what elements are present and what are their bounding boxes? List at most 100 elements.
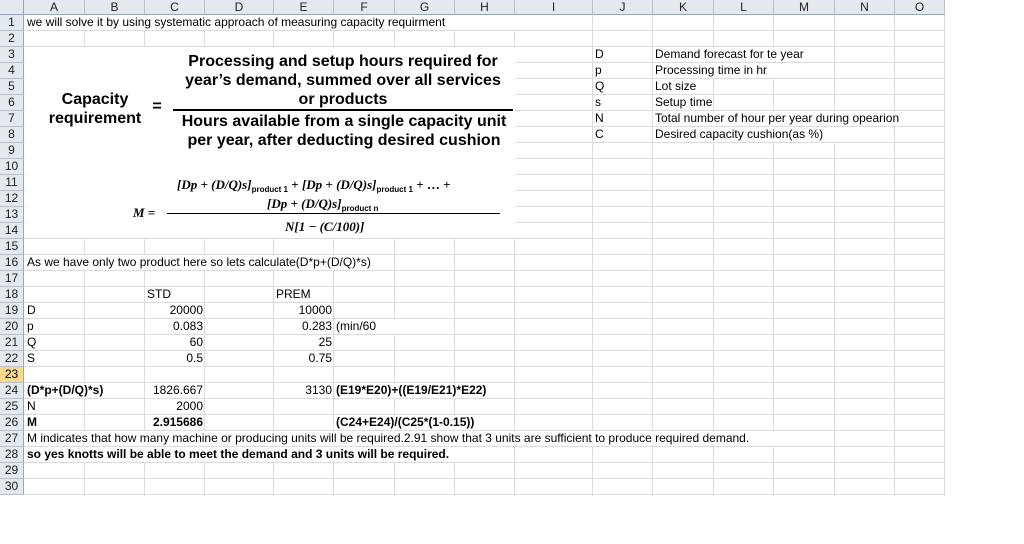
- std-value[interactable]: 0.083: [145, 319, 205, 334]
- row-header-12[interactable]: 12: [0, 191, 24, 207]
- cell-A27[interactable]: M indicates that how many machine or pro…: [25, 431, 777, 446]
- row-header-4[interactable]: 4: [0, 63, 24, 79]
- row-header-11[interactable]: 11: [0, 175, 24, 191]
- legend-symbol[interactable]: Q: [593, 79, 651, 94]
- row-header-21[interactable]: 21: [0, 335, 24, 351]
- select-all-corner[interactable]: [0, 0, 24, 15]
- formula-note-24[interactable]: (E19*E20)+((E19/E21)*E22): [334, 383, 506, 398]
- column-header-F[interactable]: F: [334, 0, 395, 15]
- formula-note-26[interactable]: (C24+E24)/(C25*(1-0.15)): [334, 415, 496, 430]
- cell-A28[interactable]: so yes knotts will be able to meet the d…: [25, 447, 477, 462]
- m-term: [Dp + (D/Q)s]: [177, 177, 252, 192]
- prem-value[interactable]: 0.75: [274, 351, 334, 366]
- formula-lhs: Capacity requirement: [25, 90, 165, 128]
- legend-symbol[interactable]: D: [593, 47, 651, 62]
- row-header-28[interactable]: 28: [0, 447, 24, 463]
- column-header-D[interactable]: D: [205, 0, 274, 15]
- row-label[interactable]: S: [25, 351, 83, 366]
- n-value[interactable]: 2000: [145, 399, 205, 414]
- row-header-18[interactable]: 18: [0, 287, 24, 303]
- column-header-M[interactable]: M: [774, 0, 835, 15]
- row-header-13[interactable]: 13: [0, 207, 24, 223]
- column-header-N[interactable]: N: [835, 0, 895, 15]
- legend-symbol[interactable]: N: [593, 111, 651, 126]
- fraction-line: [173, 109, 513, 111]
- row-header-20[interactable]: 20: [0, 319, 24, 335]
- prem-value[interactable]: 10000: [274, 303, 334, 318]
- row-header-23[interactable]: 23: [0, 367, 24, 383]
- legend-symbol[interactable]: s: [593, 95, 651, 110]
- denominator-line: per year, after deducting desired cushio…: [187, 132, 501, 149]
- row-header-30[interactable]: 30: [0, 479, 24, 495]
- row-label[interactable]: Q: [25, 335, 83, 350]
- row-header-25[interactable]: 25: [0, 399, 24, 415]
- std-value[interactable]: 60: [145, 335, 205, 350]
- column-header-C[interactable]: C: [145, 0, 205, 15]
- row-header-16[interactable]: 16: [0, 255, 24, 271]
- m-denominator: N[1 − (C/100)]: [285, 219, 364, 235]
- column-header-K[interactable]: K: [653, 0, 714, 15]
- legend-description[interactable]: Setup time: [653, 95, 712, 110]
- row-header-3[interactable]: 3: [0, 47, 24, 63]
- legend-symbol[interactable]: p: [593, 63, 651, 78]
- legend-description[interactable]: Demand forecast for te year: [653, 47, 804, 62]
- row-label[interactable]: p: [25, 319, 83, 334]
- legend-description[interactable]: Total number of hour per year during ope…: [653, 111, 899, 126]
- legend-description[interactable]: Lot size: [653, 79, 711, 94]
- row-header-22[interactable]: 22: [0, 351, 24, 367]
- gridline-horizontal: [24, 478, 945, 479]
- row-header-24[interactable]: 24: [0, 383, 24, 399]
- row-header-15[interactable]: 15: [0, 239, 24, 255]
- legend-description[interactable]: Processing time in hr: [653, 63, 775, 78]
- column-header-L[interactable]: L: [714, 0, 774, 15]
- prem-value[interactable]: 25: [274, 335, 334, 350]
- m-value[interactable]: 2.915686: [145, 415, 205, 430]
- prem-value[interactable]: 0.283: [274, 319, 334, 334]
- column-header-A[interactable]: A: [24, 0, 85, 15]
- row-header-26[interactable]: 26: [0, 415, 24, 431]
- column-header-H[interactable]: H: [455, 0, 515, 15]
- cell-A26[interactable]: M: [25, 415, 83, 430]
- std-value[interactable]: 20000: [145, 303, 205, 318]
- row-header-5[interactable]: 5: [0, 79, 24, 95]
- column-header-J[interactable]: J: [593, 0, 653, 15]
- row-header-7[interactable]: 7: [0, 111, 24, 127]
- cell-A1[interactable]: we will solve it by using systematic app…: [25, 15, 515, 30]
- column-header-G[interactable]: G: [395, 0, 455, 15]
- gridline-horizontal: [24, 366, 945, 367]
- column-header-O[interactable]: O: [895, 0, 945, 15]
- header-std[interactable]: STD: [145, 287, 203, 302]
- column-header-I[interactable]: I: [515, 0, 593, 15]
- cell-A16[interactable]: As we have only two product here so lets…: [25, 255, 387, 270]
- row-header-29[interactable]: 29: [0, 463, 24, 479]
- numerator-line: Processing and setup hours required for: [188, 53, 498, 70]
- m-numerator-line1: [Dp + (D/Q)s]product 1 + [Dp + (D/Q)s]pr…: [177, 177, 451, 194]
- column-header-E[interactable]: E: [274, 0, 334, 15]
- row-header-10[interactable]: 10: [0, 159, 24, 175]
- row-header-6[interactable]: 6: [0, 95, 24, 111]
- formula-numerator: Processing and setup hours required for y…: [173, 52, 513, 109]
- row-header-1[interactable]: 1: [0, 15, 24, 31]
- legend-symbol[interactable]: C: [593, 127, 651, 142]
- row-header-27[interactable]: 27: [0, 431, 24, 447]
- legend-description[interactable]: Desired capacity cushion(as %): [653, 127, 835, 142]
- std-value[interactable]: 0.5: [145, 351, 205, 366]
- row-header-9[interactable]: 9: [0, 143, 24, 159]
- row-header-19[interactable]: 19: [0, 303, 24, 319]
- row-header-2[interactable]: 2: [0, 31, 24, 47]
- header-prem[interactable]: PREM: [274, 287, 332, 302]
- row-label[interactable]: D: [25, 303, 83, 318]
- column-header-B[interactable]: B: [85, 0, 145, 15]
- row-header-17[interactable]: 17: [0, 271, 24, 287]
- m-plus: +: [291, 177, 299, 192]
- cell-A25[interactable]: N: [25, 399, 83, 414]
- note-cell[interactable]: (min/60: [334, 319, 396, 334]
- cell-A24[interactable]: (D*p+(D/Q)*s): [25, 383, 137, 398]
- prem-total[interactable]: 3130: [274, 383, 334, 398]
- row-header-8[interactable]: 8: [0, 127, 24, 143]
- m-ellipsis: + … +: [416, 177, 451, 192]
- m-subscript: product 1: [251, 185, 289, 194]
- row-header-14[interactable]: 14: [0, 223, 24, 239]
- std-total[interactable]: 1826.667: [145, 383, 205, 398]
- formula-denominator: Hours available from a single capacity u…: [173, 112, 515, 150]
